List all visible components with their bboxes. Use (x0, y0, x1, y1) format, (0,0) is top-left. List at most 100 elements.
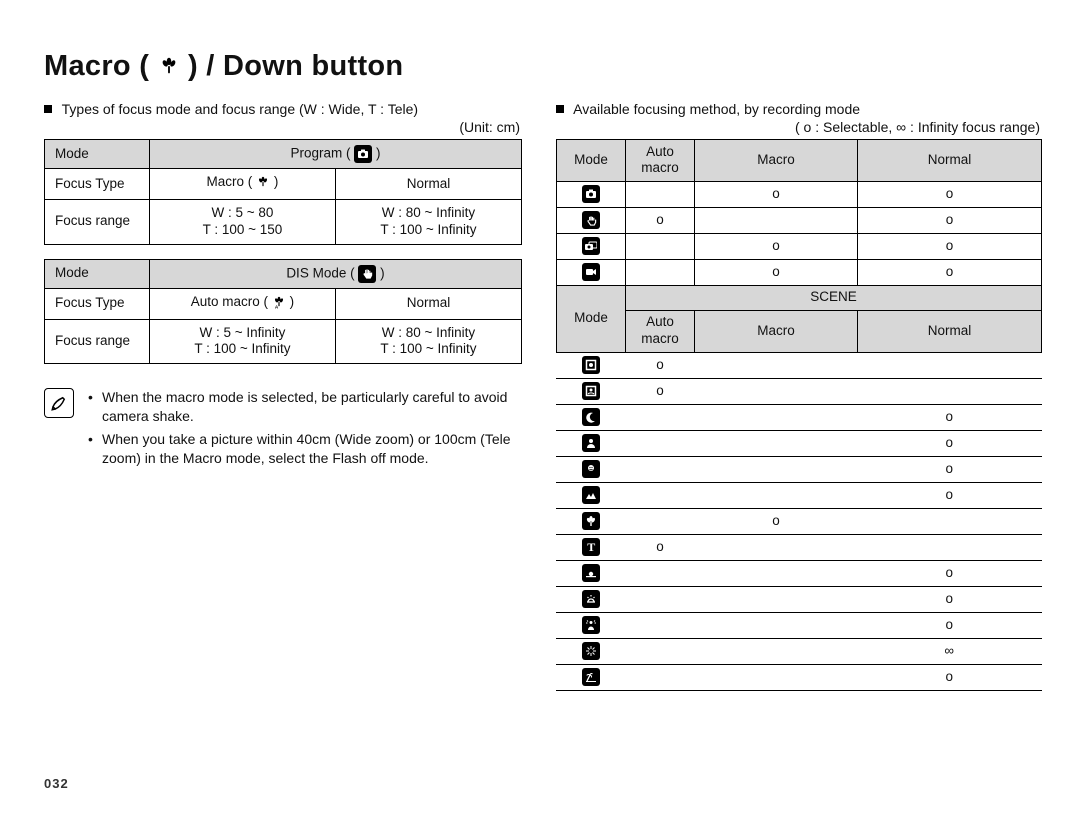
table-row: o (557, 456, 1042, 482)
left-heading: Types of focus mode and focus range (W :… (44, 101, 522, 117)
right-column: Available focusing method, by recording … (556, 99, 1042, 691)
cell-normal (857, 352, 1041, 378)
table-row: o (557, 560, 1042, 586)
table-row: ∞ (557, 638, 1042, 664)
cell-macro (695, 430, 858, 456)
label-focus-range: Focus range (45, 199, 150, 244)
row-mode-icon-cell (557, 233, 626, 259)
row-mode-icon-cell (557, 378, 626, 404)
table-row: o (557, 404, 1042, 430)
table-row: o (557, 612, 1042, 638)
focus-type-macro: Macro ( ) (149, 169, 335, 200)
row-mode-icon-cell (557, 560, 626, 586)
range-normal: W : 80 ~ Infinity T : 100 ~ Infinity (335, 199, 521, 244)
cell-auto-macro (626, 664, 695, 690)
label-mode: Mode (45, 259, 150, 288)
focus-type-normal: Normal (335, 288, 521, 319)
note-1: When the macro mode is selected, be part… (88, 388, 522, 426)
cell-macro: o (695, 181, 858, 207)
row-mode-icon-cell (557, 207, 626, 233)
table-row: o (557, 586, 1042, 612)
table-row: oo (557, 259, 1042, 285)
cell-normal: o (857, 259, 1041, 285)
cell-normal: o (857, 233, 1041, 259)
cell-normal: o (857, 430, 1041, 456)
cell-macro (695, 378, 858, 404)
cell-macro (695, 352, 858, 378)
firework-icon (582, 642, 600, 660)
cell-macro (695, 586, 858, 612)
focus-range-table-dis: Mode DIS Mode ( ) Focus Type Auto macro … (44, 259, 522, 365)
title-pre: Macro ( (44, 50, 149, 82)
children-icon (582, 460, 600, 478)
cell-macro (695, 612, 858, 638)
row-mode-icon-cell (557, 259, 626, 285)
hand-icon (358, 265, 376, 283)
svg-text:A: A (275, 304, 279, 309)
cell-macro (695, 404, 858, 430)
cell-auto-macro (626, 586, 695, 612)
beach-snow-icon (582, 668, 600, 686)
left-column: Types of focus mode and focus range (W :… (44, 99, 522, 691)
row-mode-icon-cell (557, 352, 626, 378)
cell-auto-macro (626, 560, 695, 586)
cell-macro (695, 456, 858, 482)
cell-normal: o (857, 181, 1041, 207)
cell-auto-macro (626, 638, 695, 664)
auto-macro-icon: A (272, 295, 286, 314)
movie-icon (582, 263, 600, 281)
cell-macro (695, 664, 858, 690)
right-heading: Available focusing method, by recording … (556, 101, 1042, 117)
sunset-icon (582, 564, 600, 582)
focus-type-normal: Normal (335, 169, 521, 200)
cell-macro (695, 534, 858, 560)
cell-normal (857, 534, 1041, 560)
backlight-icon (582, 616, 600, 634)
cell-normal: ∞ (857, 638, 1041, 664)
header-cell: Mode (557, 140, 626, 182)
cell-auto-macro: o (626, 378, 695, 404)
focus-type-auto-macro: Auto macro ( A ) (149, 288, 335, 319)
header-cell: Mode (557, 285, 626, 352)
cell-normal (857, 508, 1041, 534)
cell-normal: o (857, 664, 1041, 690)
row-mode-icon-cell (557, 664, 626, 690)
cell-auto-macro: o (626, 352, 695, 378)
cell-macro (695, 482, 858, 508)
label-focus-type: Focus Type (45, 169, 150, 200)
cell-auto-macro (626, 233, 695, 259)
focus-method-table: ModeAuto macroMacroNormaloooooooo ModeSC… (556, 139, 1042, 691)
dual-camera-icon (582, 237, 600, 255)
cell-auto-macro (626, 508, 695, 534)
label-focus-type: Focus Type (45, 288, 150, 319)
cell-auto-macro (626, 612, 695, 638)
notes-text: When the macro mode is selected, be part… (88, 388, 522, 472)
cell-auto-macro (626, 259, 695, 285)
landscape-icon (582, 486, 600, 504)
header-cell: Macro (695, 140, 858, 182)
frame-guide-icon (582, 356, 600, 374)
cell-macro: o (695, 233, 858, 259)
bullet-square-icon (556, 105, 564, 113)
cell-normal: o (857, 612, 1041, 638)
cell-normal: o (857, 404, 1041, 430)
value-mode: DIS Mode ( ) (149, 259, 521, 288)
header-cell: Auto macro (626, 310, 695, 352)
row-mode-icon-cell (557, 404, 626, 430)
range-normal: W : 80 ~ Infinity T : 100 ~ Infinity (335, 319, 521, 364)
cell-macro (695, 638, 858, 664)
focus-range-table-program: Mode Program ( ) Focus Type Macro ( (44, 139, 522, 245)
cell-normal (857, 378, 1041, 404)
table-row: o (557, 430, 1042, 456)
cell-macro: o (695, 259, 858, 285)
beauty-icon (582, 382, 600, 400)
row-mode-icon-cell (557, 508, 626, 534)
table-row: o (557, 378, 1042, 404)
notes-block: When the macro mode is selected, be part… (44, 388, 522, 472)
cell-auto-macro (626, 482, 695, 508)
cell-auto-macro (626, 456, 695, 482)
row-mode-icon-cell (557, 586, 626, 612)
value-mode: Program ( ) (149, 140, 521, 169)
macro-icon (256, 175, 270, 194)
unit-label: (Unit: cm) (44, 119, 520, 135)
